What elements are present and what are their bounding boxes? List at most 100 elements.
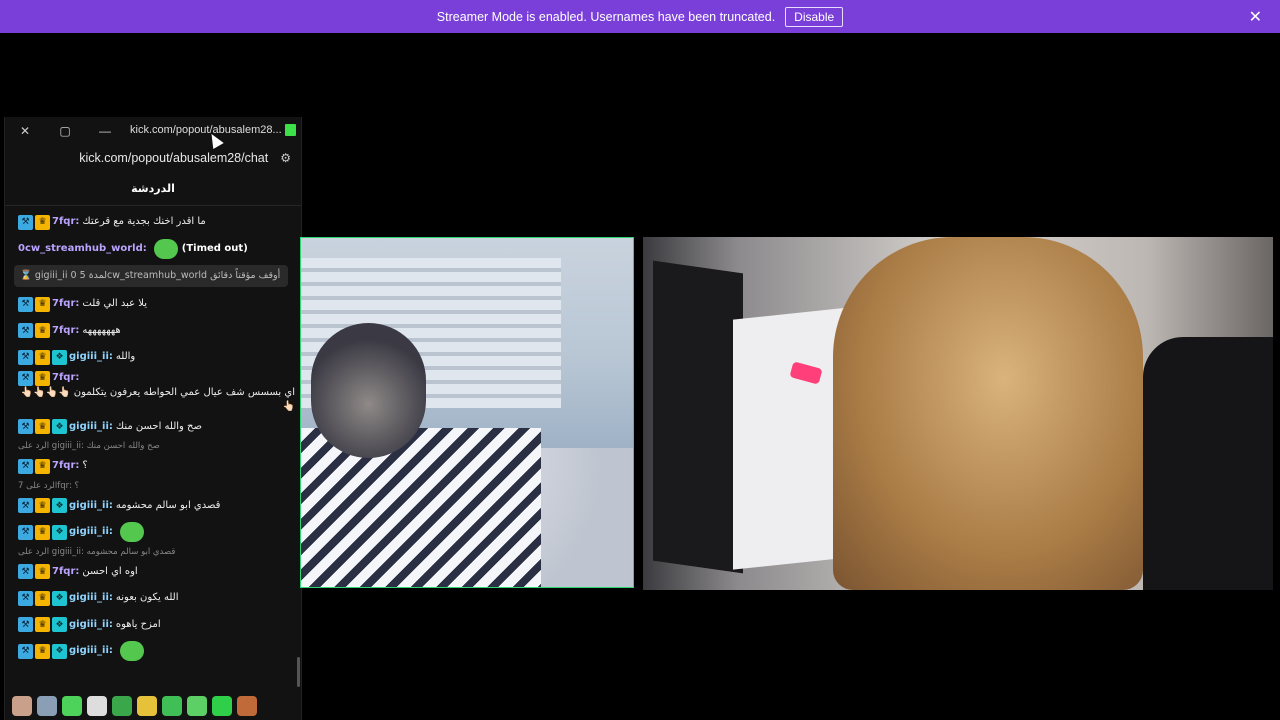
chat-message: ⚒ ♛ ❖ gigiii_ii: امزح ياهوه xyxy=(18,612,295,639)
streamer-mode-banner: Streamer Mode is enabled. Usernames have… xyxy=(0,0,1280,33)
moderator-badge-icon: ⚒ xyxy=(18,214,33,230)
crown-badge-icon: ♛ xyxy=(35,214,50,230)
username[interactable]: gigiii_ii: xyxy=(69,420,113,434)
moderator-badge-icon: ⚒ xyxy=(18,590,33,606)
green-emote-icon[interactable] xyxy=(62,696,82,716)
message-text: امزح ياهوه xyxy=(115,618,161,630)
username[interactable]: gigiii_ii: xyxy=(69,618,113,632)
close-window-icon[interactable]: ✕ xyxy=(5,124,45,138)
emote-icon[interactable] xyxy=(112,696,132,716)
webcam-video xyxy=(300,237,634,588)
username[interactable]: gigiii_ii: xyxy=(69,499,113,513)
emote-icon[interactable] xyxy=(162,696,182,716)
close-icon[interactable]: ✕ xyxy=(1249,7,1262,27)
chat-message: ⚒ ♛ 7fqr: اوه اي احسن xyxy=(18,559,295,586)
chat-message: ⚒ ♛ 7fqr: اي بسسس شف عيال عمي الحواطه يع… xyxy=(18,370,295,414)
url-bar[interactable]: kick.com/popout/abusalem28/chat ⚙ xyxy=(5,144,301,171)
chat-message: ⚒ ♛ ❖ gigiii_ii: xyxy=(18,638,295,665)
username[interactable]: 7fqr: xyxy=(52,324,79,338)
window-title: kick.com/popout/abusalem28... xyxy=(130,124,282,136)
moderator-badge-icon: ⚒ xyxy=(18,498,33,514)
timed-out-label: (Timed out) xyxy=(181,242,248,254)
avatar-emote-icon[interactable] xyxy=(37,696,57,716)
username[interactable]: gigiii_ii: xyxy=(69,644,113,658)
username[interactable]: 0cw_streamhub_world: xyxy=(18,242,147,256)
room-video xyxy=(643,237,1273,590)
frog-emote-icon xyxy=(119,641,144,662)
message-text: ما اقدر اخنك بجدية مع قرعتك xyxy=(82,216,206,228)
emote-icon[interactable] xyxy=(212,696,232,716)
streamer xyxy=(311,323,426,458)
moderator-badge-icon: ⚒ xyxy=(18,458,33,474)
minimize-icon[interactable]: — xyxy=(85,124,125,138)
moderator-badge-icon: ⚒ xyxy=(18,419,33,435)
chat-message: ⚒ ♛ 7fqr: يلا عبد الي قلت xyxy=(18,291,295,318)
chat-message: ⚒ ♛ ❖ gigiii_ii: xyxy=(18,519,295,546)
chat-message: ⚒ ♛ ❖ gigiii_ii: الله يكون بعونه xyxy=(18,585,295,612)
chat-message: ⚒ ♛ 7fqr: هههههههه xyxy=(18,318,295,345)
message-text: قصدي ابو سالم محشومه xyxy=(115,499,221,511)
username[interactable]: 7fqr: xyxy=(52,215,79,229)
chat-header: الدردشة xyxy=(5,171,301,206)
chat-message: ⚒ ♛ 7fqr: ما اقدر اخنك بجدية مع قرعتك xyxy=(18,209,295,236)
moderator-badge-icon: ⚒ xyxy=(18,643,33,659)
username[interactable]: 7fqr: xyxy=(52,371,79,385)
moderator-badge-icon: ⚒ xyxy=(18,349,33,365)
message-text: هههههههه xyxy=(82,324,121,336)
username[interactable]: 7fqr: xyxy=(52,297,79,311)
timeout-notice: ⌛ gigiii_ii لمدة 5 0cw_streamhub_world أ… xyxy=(14,265,288,287)
crown-badge-icon: ♛ xyxy=(35,419,50,435)
banner-message: Streamer Mode is enabled. Usernames have… xyxy=(436,9,776,24)
monitor xyxy=(653,260,743,574)
disable-button[interactable]: Disable xyxy=(785,6,844,27)
chat-messages: ⚒ ♛ 7fqr: ما اقدر اخنك بجدية مع قرعتك 0c… xyxy=(5,206,301,665)
subscriber-badge-icon: ❖ xyxy=(52,498,67,514)
kick-logo-icon xyxy=(285,124,296,136)
message-text: اي بسسس شف عيال عمي الحواطه يعرفون يتكلم… xyxy=(20,386,295,412)
emote-icon[interactable] xyxy=(187,696,207,716)
person-in-robe xyxy=(833,237,1143,590)
moderator-badge-icon: ⚒ xyxy=(18,370,33,386)
chat-scrollbar[interactable] xyxy=(297,657,300,687)
crown-badge-icon: ♛ xyxy=(35,564,50,580)
username[interactable]: 7fqr: xyxy=(52,565,79,579)
chat-message: ⚒ ♛ ❖ gigiii_ii: صح والله احسن منك xyxy=(18,414,295,441)
window-titlebar: ✕ ▢ — kick.com/popout/abusalem28... xyxy=(5,117,301,144)
crown-badge-icon: ♛ xyxy=(35,370,50,386)
moderator-badge-icon: ⚒ xyxy=(18,564,33,580)
message-text: الله يكون بعونه xyxy=(115,592,179,604)
url-text: kick.com/popout/abusalem28/chat xyxy=(79,150,269,165)
username[interactable]: gigiii_ii: xyxy=(69,591,113,605)
moderator-badge-icon: ⚒ xyxy=(18,617,33,633)
avatar-emote-icon[interactable] xyxy=(12,696,32,716)
crown-badge-icon: ♛ xyxy=(35,498,50,514)
subscriber-badge-icon: ❖ xyxy=(52,349,67,365)
chat-message: ⚒ ♛ ❖ gigiii_ii: والله xyxy=(18,344,295,371)
emote-icon[interactable] xyxy=(237,696,257,716)
subscriber-badge-icon: ❖ xyxy=(52,617,67,633)
office-chair xyxy=(1143,337,1273,590)
reply-reference[interactable]: الرد على gigiii_ii: صح والله احسن منك xyxy=(18,440,295,453)
crown-badge-icon: ♛ xyxy=(35,643,50,659)
username[interactable]: gigiii_ii: xyxy=(69,525,113,539)
crown-badge-icon: ♛ xyxy=(35,524,50,540)
crown-badge-icon: ♛ xyxy=(35,349,50,365)
settings-icon[interactable]: ⚙ xyxy=(280,151,291,165)
emote-icon[interactable] xyxy=(87,696,107,716)
username[interactable]: 7fqr: xyxy=(52,459,79,473)
reply-reference[interactable]: الرد على 7fqr: ؟ xyxy=(18,480,295,493)
notice-text: gigiii_ii لمدة 5 0cw_streamhub_world أوق… xyxy=(34,270,281,281)
blanket xyxy=(301,428,541,587)
chat-popout-window: ✕ ▢ — kick.com/popout/abusalem28... kick… xyxy=(4,117,302,720)
crown-badge-icon: ♛ xyxy=(35,458,50,474)
crown-badge-icon: ♛ xyxy=(35,323,50,339)
pepe-emote-icon xyxy=(119,522,144,543)
subscriber-badge-icon: ❖ xyxy=(52,419,67,435)
emote-icon[interactable] xyxy=(137,696,157,716)
reply-reference[interactable]: الرد على gigiii_ii: قصدي ابو سالم محشومه xyxy=(18,546,295,559)
moderator-badge-icon: ⚒ xyxy=(18,524,33,540)
subscriber-badge-icon: ❖ xyxy=(52,590,67,606)
username[interactable]: gigiii_ii: xyxy=(69,350,113,364)
message-text: والله xyxy=(115,351,136,363)
maximize-icon[interactable]: ▢ xyxy=(45,124,85,138)
